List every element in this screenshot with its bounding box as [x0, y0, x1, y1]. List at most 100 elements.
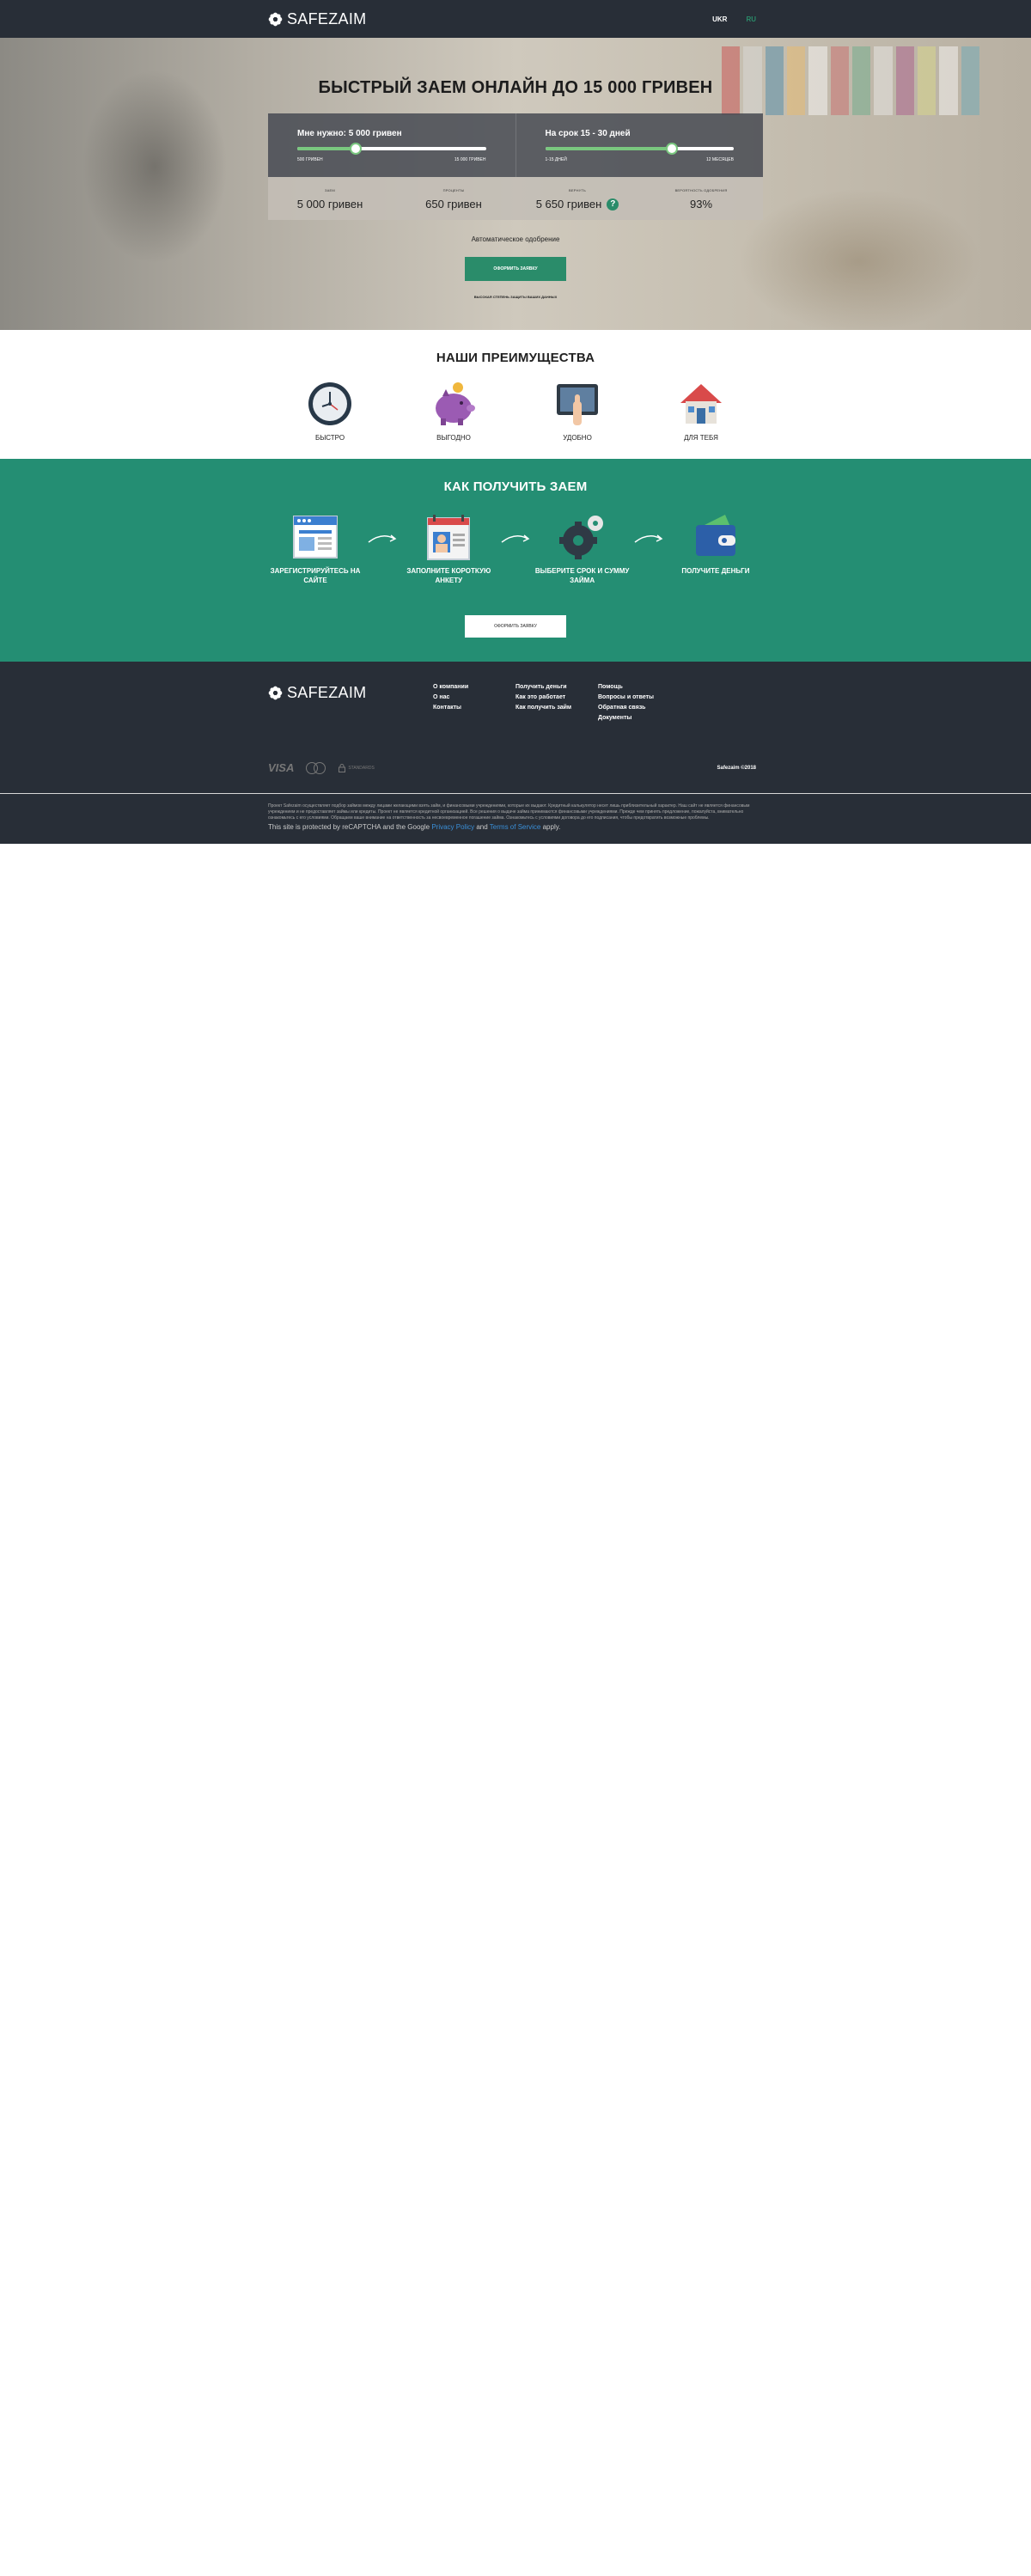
apply-button-secondary[interactable]: ОФОРМИТЬ ЗАЯВКУ [465, 615, 566, 638]
apply-button[interactable]: ОФОРМИТЬ ЗАЯВКУ [465, 257, 566, 281]
footer-link-how-it-works[interactable]: Как это работает [516, 694, 598, 700]
footer-link-about-company[interactable]: О компании [433, 684, 516, 690]
step-get-money: ПОЛУЧИТЕ ДЕНЬГИ [668, 513, 763, 576]
advantage-profitable: ВЫГОДНО [392, 381, 516, 442]
calculator-sliders: Мне нужно: 5 000 гривен 500 ГРИВЕН 15 00… [268, 113, 763, 177]
term-slider-title: На срок 15 - 30 дней [545, 129, 631, 138]
footer-column-money: Получить деньги Как это работает Как пол… [516, 684, 598, 725]
wallet-icon [695, 515, 735, 556]
footer-link-about-us[interactable]: О нас [433, 694, 516, 700]
profile-form-icon [427, 515, 471, 560]
copyright: Safezaim ©2018 [717, 765, 756, 771]
clock-icon [308, 382, 351, 425]
footer-link-documents[interactable]: Документы [598, 715, 680, 721]
stat-label: ВЕРНУТЬ [569, 188, 586, 192]
legal-section: Проект Safezaim осуществляет подбор займ… [0, 792, 1031, 844]
amount-slider-block: Мне нужно: 5 000 гривен 500 ГРИВЕН 15 00… [268, 113, 516, 177]
advantages-title: НАШИ ПРЕИМУЩЕСТВА [436, 351, 595, 365]
amount-max-label: 15 000 ГРИВЕН [454, 157, 486, 162]
privacy-policy-link[interactable]: Privacy Policy [431, 823, 474, 831]
step-label: ПОЛУЧИТЕ ДЕНЬГИ [681, 567, 750, 575]
advantage-label: БЫСТРО [314, 434, 345, 442]
stat-label: ПРОЦЕНТЫ [442, 188, 465, 192]
secure-standards-badge: STANDARDS [339, 763, 375, 772]
legal-disclaimer: Проект Safezaim осуществляет подбор займ… [268, 803, 750, 821]
visa-logo: VISA [268, 761, 295, 774]
language-switch: UKR RU [712, 15, 756, 23]
arrow-right-icon [501, 534, 530, 543]
advantage-label: ВЫГОДНО [436, 434, 471, 442]
footer-link-how-get-loan[interactable]: Как получить займ [516, 705, 598, 711]
stat-value: 93% [689, 198, 713, 211]
footer: SAFEZAIM О компании О нас Контакты Получ… [0, 662, 1031, 794]
footer-link-get-money[interactable]: Получить деньги [516, 684, 598, 690]
stat-return: ВЕРНУТЬ 5 650 гривен ? [516, 177, 639, 220]
logo[interactable]: SAFEZAIM [268, 10, 366, 28]
term-max-label: 12 МЕСЯЦЕВ [705, 157, 734, 162]
lock-icon [339, 763, 346, 772]
gears-icon [558, 516, 603, 559]
terms-of-service-link[interactable]: Terms of Service [490, 823, 541, 831]
step-register: ЗАРЕГИСТРИРУЙТЕСЬ НА САЙТЕ [268, 513, 363, 585]
stat-interest: ПРОЦЕНТЫ 650 гривен [392, 177, 516, 220]
stat-value: 650 гривен [425, 198, 482, 211]
footer-column-company: О компании О нас Контакты [433, 684, 516, 725]
footer-logo-block: SAFEZAIM [268, 684, 433, 725]
term-slider-handle[interactable] [665, 143, 678, 155]
term-slider[interactable] [545, 143, 734, 155]
lang-ru-link[interactable]: RU [746, 15, 756, 23]
how-to-section: КАК ПОЛУЧИТЬ ЗАЕМ ЗАРЕГИСТРИРУЙТЕСЬ НА С… [0, 459, 1031, 662]
help-question-icon[interactable]: ? [607, 198, 619, 211]
term-slider-labels: 1-15 ДНЕЙ 12 МЕСЯЦЕВ [546, 157, 735, 162]
logo-text: SAFEZAIM [287, 9, 367, 27]
amount-slider-fill [297, 147, 357, 150]
stat-approval: ВЕРОЯТНОСТЬ ОДОБРЕНИЯ 93% [639, 177, 763, 220]
stat-label: ЗАЕМ [325, 188, 335, 192]
arrow-right-icon [368, 534, 397, 543]
house-icon [680, 384, 722, 424]
advantage-fast: БЫСТРО [268, 381, 392, 442]
footer-column-help: Помощь Вопросы и ответы Обратная связь Д… [598, 684, 680, 725]
advantage-convenient: УДОБНО [516, 381, 639, 442]
amount-slider-labels: 500 ГРИВЕН 15 000 ГРИВЕН [297, 157, 486, 162]
piggy-bank-icon [436, 382, 475, 425]
term-slider-fill [545, 147, 672, 150]
payment-logos: VISA STANDARDS [268, 761, 375, 774]
amount-min-label: 500 ГРИВЕН [297, 157, 323, 162]
footer-link-feedback[interactable]: Обратная связь [598, 705, 680, 711]
arrow-right-icon [634, 534, 663, 543]
step-choose-terms: ВЫБЕРИТЕ СРОК И СУММУ ЗАЙМА [535, 513, 630, 585]
header: SAFEZAIM UKR RU [0, 0, 1031, 38]
step-label: ЗАРЕГИСТРИРУЙТЕСЬ НА САЙТЕ [270, 567, 361, 584]
calculator-summary: ЗАЕМ 5 000 гривен ПРОЦЕНТЫ 650 гривен ВЕ… [268, 177, 763, 220]
hero-title: БЫСТРЫЙ ЗАЕМ ОНЛАЙН ДО 15 000 ГРИВЕН [318, 78, 713, 97]
step-fill-form: ЗАПОЛНИТЕ КОРОТКУЮ АНКЕТУ [401, 513, 496, 585]
footer-link-contacts[interactable]: Контакты [433, 705, 516, 711]
footer-logo[interactable]: SAFEZAIM [268, 684, 433, 702]
how-to-title: КАК ПОЛУЧИТЬ ЗАЕМ [443, 479, 588, 494]
flower-logo-icon [268, 12, 283, 26]
lang-ukr-link[interactable]: UKR [712, 15, 727, 23]
stat-value: 5 650 гривен ? [516, 198, 639, 211]
amount-slider[interactable] [297, 143, 486, 155]
step-label: ЗАПОЛНИТЕ КОРОТКУЮ АНКЕТУ [406, 567, 491, 584]
mastercard-icon [306, 761, 326, 774]
stat-loan: ЗАЕМ 5 000 гривен [268, 177, 392, 220]
term-min-label: 1-15 ДНЕЙ [545, 157, 567, 162]
stat-value: 5 000 гривен [296, 198, 363, 211]
footer-link-faq[interactable]: Вопросы и ответы [598, 694, 680, 700]
amount-slider-handle[interactable] [350, 143, 363, 155]
flower-logo-icon [268, 686, 283, 700]
advantage-for-you: ДЛЯ ТЕБЯ [639, 381, 763, 442]
hero-section: БЫСТРЫЙ ЗАЕМ ОНЛАЙН ДО 15 000 ГРИВЕН Мне… [0, 38, 1031, 330]
term-slider-block: На срок 15 - 30 дней 1-15 ДНЕЙ 12 МЕСЯЦЕ… [515, 113, 764, 177]
advantage-label: УДОБНО [563, 434, 592, 442]
footer-link-help[interactable]: Помощь [598, 684, 680, 690]
browser-window-icon [293, 516, 338, 559]
tablet-icon [557, 384, 598, 425]
data-protection-note: ВЫСОКАЯ СТЕПЕНЬ ЗАЩИТЫ ВАШИХ ДАННЫХ [473, 295, 558, 299]
auto-approve-text: Автоматическое одобрение [471, 235, 560, 243]
amount-slider-title: Мне нужно: 5 000 гривен [297, 129, 402, 138]
recaptcha-notice: This site is protected by reCAPTCHA and … [268, 823, 561, 831]
footer-logo-text: SAFEZAIM [287, 684, 367, 701]
